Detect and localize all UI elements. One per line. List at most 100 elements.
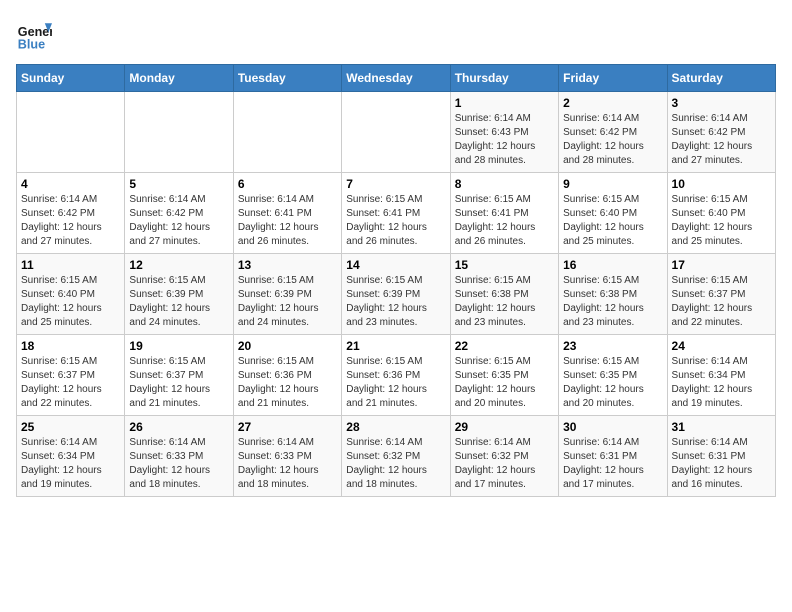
day-number: 14 — [346, 258, 445, 272]
day-number: 2 — [563, 96, 662, 110]
day-info: Sunrise: 6:15 AM Sunset: 6:39 PM Dayligh… — [129, 274, 228, 330]
logo: General Blue — [16, 16, 58, 52]
day-info: Sunrise: 6:15 AM Sunset: 6:41 PM Dayligh… — [455, 193, 554, 249]
calendar-cell: 10 Sunrise: 6:15 AM Sunset: 6:40 PM Dayli… — [667, 173, 775, 254]
day-number: 31 — [672, 420, 771, 434]
day-number: 23 — [563, 339, 662, 353]
col-header-thursday: Thursday — [450, 65, 558, 92]
day-number: 26 — [129, 420, 228, 434]
day-info: Sunrise: 6:15 AM Sunset: 6:40 PM Dayligh… — [672, 193, 771, 249]
calendar-cell: 21 Sunrise: 6:15 AM Sunset: 6:36 PM Dayli… — [342, 335, 450, 416]
day-number: 13 — [238, 258, 337, 272]
day-number: 22 — [455, 339, 554, 353]
calendar-cell: 5 Sunrise: 6:14 AM Sunset: 6:42 PM Daylig… — [125, 173, 233, 254]
day-info: Sunrise: 6:14 AM Sunset: 6:41 PM Dayligh… — [238, 193, 337, 249]
calendar-cell — [342, 92, 450, 173]
calendar-cell: 26 Sunrise: 6:14 AM Sunset: 6:33 PM Dayli… — [125, 416, 233, 497]
calendar-cell: 30 Sunrise: 6:14 AM Sunset: 6:31 PM Dayli… — [559, 416, 667, 497]
day-info: Sunrise: 6:15 AM Sunset: 6:38 PM Dayligh… — [455, 274, 554, 330]
calendar-cell: 15 Sunrise: 6:15 AM Sunset: 6:38 PM Dayli… — [450, 254, 558, 335]
day-number: 3 — [672, 96, 771, 110]
day-info: Sunrise: 6:15 AM Sunset: 6:41 PM Dayligh… — [346, 193, 445, 249]
calendar-cell: 3Sunrise: 6:14 AM Sunset: 6:42 PM Daylig… — [667, 92, 775, 173]
col-header-friday: Friday — [559, 65, 667, 92]
calendar-cell: 31 Sunrise: 6:14 AM Sunset: 6:31 PM Dayli… — [667, 416, 775, 497]
col-header-monday: Monday — [125, 65, 233, 92]
calendar-cell: 16 Sunrise: 6:15 AM Sunset: 6:38 PM Dayli… — [559, 254, 667, 335]
calendar-cell — [17, 92, 125, 173]
day-number: 24 — [672, 339, 771, 353]
day-info: Sunrise: 6:15 AM Sunset: 6:36 PM Dayligh… — [238, 355, 337, 411]
day-number: 17 — [672, 258, 771, 272]
day-number: 5 — [129, 177, 228, 191]
page-header: General Blue — [16, 16, 776, 52]
logo-icon: General Blue — [16, 16, 52, 52]
calendar-cell: 11Sunrise: 6:15 AM Sunset: 6:40 PM Dayli… — [17, 254, 125, 335]
calendar-cell: 19Sunrise: 6:15 AM Sunset: 6:37 PM Dayli… — [125, 335, 233, 416]
day-info: Sunrise: 6:14 AM Sunset: 6:33 PM Dayligh… — [238, 436, 337, 492]
col-header-tuesday: Tuesday — [233, 65, 341, 92]
day-info: Sunrise: 6:15 AM Sunset: 6:35 PM Dayligh… — [455, 355, 554, 411]
day-number: 30 — [563, 420, 662, 434]
day-number: 25 — [21, 420, 120, 434]
day-info: Sunrise: 6:14 AM Sunset: 6:42 PM Dayligh… — [563, 112, 662, 168]
calendar-cell: 14Sunrise: 6:15 AM Sunset: 6:39 PM Dayli… — [342, 254, 450, 335]
day-number: 11 — [21, 258, 120, 272]
day-info: Sunrise: 6:15 AM Sunset: 6:37 PM Dayligh… — [129, 355, 228, 411]
day-number: 4 — [21, 177, 120, 191]
calendar-cell: 1 Sunrise: 6:14 AM Sunset: 6:43 PM Daylig… — [450, 92, 558, 173]
col-header-wednesday: Wednesday — [342, 65, 450, 92]
day-info: Sunrise: 6:14 AM Sunset: 6:42 PM Dayligh… — [21, 193, 120, 249]
day-info: Sunrise: 6:15 AM Sunset: 6:35 PM Dayligh… — [563, 355, 662, 411]
day-number: 10 — [672, 177, 771, 191]
day-info: Sunrise: 6:14 AM Sunset: 6:32 PM Dayligh… — [346, 436, 445, 492]
day-number: 21 — [346, 339, 445, 353]
day-info: Sunrise: 6:15 AM Sunset: 6:37 PM Dayligh… — [672, 274, 771, 330]
calendar-cell: 25 Sunrise: 6:14 AM Sunset: 6:34 PM Dayli… — [17, 416, 125, 497]
day-number: 9 — [563, 177, 662, 191]
calendar-cell: 27 Sunrise: 6:14 AM Sunset: 6:33 PM Dayli… — [233, 416, 341, 497]
calendar-cell: 23 Sunrise: 6:15 AM Sunset: 6:35 PM Dayli… — [559, 335, 667, 416]
col-header-saturday: Saturday — [667, 65, 775, 92]
calendar-cell: 8Sunrise: 6:15 AM Sunset: 6:41 PM Daylig… — [450, 173, 558, 254]
day-number: 1 — [455, 96, 554, 110]
day-number: 16 — [563, 258, 662, 272]
calendar-cell — [125, 92, 233, 173]
day-info: Sunrise: 6:14 AM Sunset: 6:42 PM Dayligh… — [129, 193, 228, 249]
day-number: 6 — [238, 177, 337, 191]
calendar-cell: 28 Sunrise: 6:14 AM Sunset: 6:32 PM Dayli… — [342, 416, 450, 497]
day-info: Sunrise: 6:15 AM Sunset: 6:38 PM Dayligh… — [563, 274, 662, 330]
day-number: 27 — [238, 420, 337, 434]
calendar-cell — [233, 92, 341, 173]
day-info: Sunrise: 6:15 AM Sunset: 6:36 PM Dayligh… — [346, 355, 445, 411]
calendar-cell: 24 Sunrise: 6:14 AM Sunset: 6:34 PM Dayli… — [667, 335, 775, 416]
day-info: Sunrise: 6:15 AM Sunset: 6:37 PM Dayligh… — [21, 355, 120, 411]
day-info: Sunrise: 6:14 AM Sunset: 6:34 PM Dayligh… — [21, 436, 120, 492]
calendar-cell: 12 Sunrise: 6:15 AM Sunset: 6:39 PM Dayli… — [125, 254, 233, 335]
day-info: Sunrise: 6:14 AM Sunset: 6:31 PM Dayligh… — [563, 436, 662, 492]
calendar-cell: 6 Sunrise: 6:14 AM Sunset: 6:41 PM Daylig… — [233, 173, 341, 254]
day-info: Sunrise: 6:15 AM Sunset: 6:40 PM Dayligh… — [563, 193, 662, 249]
day-number: 12 — [129, 258, 228, 272]
calendar-cell: 20 Sunrise: 6:15 AM Sunset: 6:36 PM Dayli… — [233, 335, 341, 416]
calendar-cell: 17 Sunrise: 6:15 AM Sunset: 6:37 PM Dayli… — [667, 254, 775, 335]
calendar-cell: 22 Sunrise: 6:15 AM Sunset: 6:35 PM Dayli… — [450, 335, 558, 416]
day-info: Sunrise: 6:15 AM Sunset: 6:39 PM Dayligh… — [238, 274, 337, 330]
day-info: Sunrise: 6:14 AM Sunset: 6:31 PM Dayligh… — [672, 436, 771, 492]
day-info: Sunrise: 6:14 AM Sunset: 6:34 PM Dayligh… — [672, 355, 771, 411]
calendar-cell: 29Sunrise: 6:14 AM Sunset: 6:32 PM Dayli… — [450, 416, 558, 497]
calendar-cell: 7 Sunrise: 6:15 AM Sunset: 6:41 PM Daylig… — [342, 173, 450, 254]
calendar-cell: 4 Sunrise: 6:14 AM Sunset: 6:42 PM Daylig… — [17, 173, 125, 254]
day-number: 18 — [21, 339, 120, 353]
calendar-cell: 9 Sunrise: 6:15 AM Sunset: 6:40 PM Daylig… — [559, 173, 667, 254]
svg-text:Blue: Blue — [18, 37, 45, 51]
day-info: Sunrise: 6:14 AM Sunset: 6:43 PM Dayligh… — [455, 112, 554, 168]
calendar-table: SundayMondayTuesdayWednesdayThursdayFrid… — [16, 64, 776, 497]
day-number: 28 — [346, 420, 445, 434]
day-number: 15 — [455, 258, 554, 272]
calendar-cell: 18 Sunrise: 6:15 AM Sunset: 6:37 PM Dayli… — [17, 335, 125, 416]
day-number: 20 — [238, 339, 337, 353]
day-info: Sunrise: 6:14 AM Sunset: 6:33 PM Dayligh… — [129, 436, 228, 492]
day-number: 29 — [455, 420, 554, 434]
day-number: 7 — [346, 177, 445, 191]
